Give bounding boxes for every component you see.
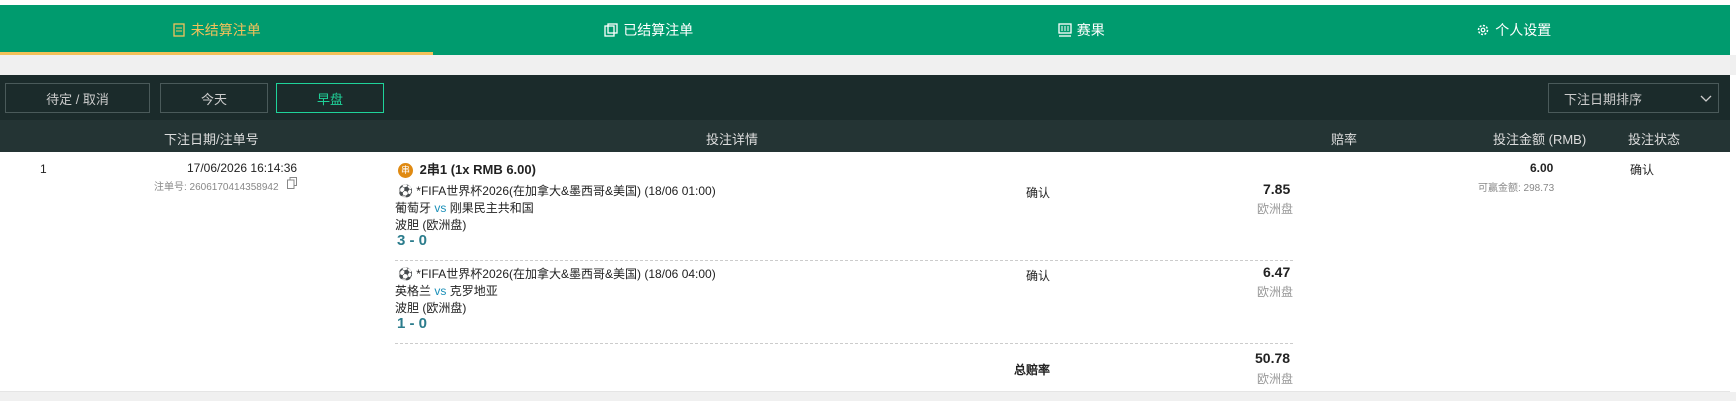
- tab-unsettled-label: 未结算注单: [190, 22, 261, 38]
- total-divider: [395, 343, 1293, 344]
- stake-amount: 6.00: [1530, 161, 1554, 175]
- bet-status: 确认: [1630, 163, 1655, 177]
- leg-2-market: 波胆 (欧洲盘): [395, 301, 467, 315]
- tab-settings-label: 个人设置: [1495, 22, 1552, 38]
- leg-1-match-label: *FIFA世界杯2026(在加拿大&墨西哥&美国) (18/06 01:00): [416, 184, 716, 198]
- filter-today-button[interactable]: 今天: [160, 83, 268, 113]
- tab-settled-label: 已结算注单: [623, 22, 694, 38]
- total-odds-label: 总赔率: [1014, 363, 1051, 377]
- leg-1-odds-type: 欧洲盘: [1257, 202, 1294, 216]
- tab-results[interactable]: 赛果: [865, 5, 1298, 55]
- settled-slip-icon: [604, 23, 618, 37]
- header-details: 投注详情: [706, 132, 759, 147]
- leg-1-match: ⚽ *FIFA世界杯2026(在加拿大&墨西哥&美国) (18/06 01:00…: [398, 182, 716, 199]
- header-amount: 投注金额 (RMB): [1493, 132, 1587, 147]
- filter-bar: 待定 / 取消 今天 早盘 下注日期排序: [0, 75, 1730, 120]
- leg-2-vs: vs: [434, 284, 447, 298]
- bet-type-label: 2串1 (1x RMB 6.00): [419, 162, 536, 177]
- gear-icon: [1478, 24, 1489, 36]
- leg-2-home: 英格兰: [395, 284, 432, 298]
- leg-2-away: 克罗地亚: [449, 284, 498, 298]
- leg-2-match-label: *FIFA世界杯2026(在加拿大&墨西哥&美国) (18/06 04:00): [416, 267, 716, 281]
- filter-early-button[interactable]: 早盘: [276, 83, 384, 113]
- leg-2-match: ⚽ *FIFA世界杯2026(在加拿大&墨西哥&美国) (18/06 04:00…: [398, 265, 716, 282]
- bet-type: 串 2串1 (1x RMB 6.00): [398, 159, 536, 179]
- leg-divider: [395, 260, 1293, 261]
- spacer: [0, 55, 1736, 75]
- table-header: 下注日期/注单号 投注详情 赔率 投注金额 (RMB) 投注状态: [0, 120, 1730, 152]
- leg-2-teams: 英格兰 vs 克罗地亚: [395, 282, 498, 299]
- copy-icon[interactable]: [287, 177, 297, 189]
- soccer-ball-icon: ⚽: [398, 184, 413, 198]
- soccer-ball-icon: ⚽: [398, 267, 413, 281]
- results-icon: [1058, 23, 1072, 37]
- leg-1-market: 波胆 (欧洲盘): [395, 218, 467, 232]
- leg-1-home: 葡萄牙: [395, 201, 432, 215]
- top-nav: 未结算注单 已结算注单 赛果 个人设置: [0, 5, 1730, 55]
- filter-pending-button[interactable]: 待定 / 取消: [5, 83, 150, 113]
- leg-1-odds: 7.85: [1263, 181, 1291, 197]
- leg-1-teams: 葡萄牙 vs 刚果民主共和国: [395, 199, 534, 216]
- leg-1-vs: vs: [434, 201, 447, 215]
- leg-1-selection: 3 - 0: [397, 232, 428, 249]
- sort-select-value: 下注日期排序: [1564, 91, 1643, 107]
- leg-1-confirm: 确认: [1026, 186, 1051, 200]
- leg-2-odds-type: 欧洲盘: [1257, 285, 1294, 299]
- potential-win: 可赢金额: 298.73: [1478, 183, 1555, 194]
- header-status: 投注状态: [1628, 132, 1681, 147]
- leg-2-selection: 1 - 0: [397, 315, 428, 332]
- tab-settled[interactable]: 已结算注单: [433, 5, 866, 55]
- tab-unsettled[interactable]: 未结算注单: [0, 5, 433, 55]
- row-index: 1: [40, 162, 47, 176]
- total-odds: 50.78: [1255, 350, 1291, 366]
- chevron-down-icon: [1700, 95, 1712, 102]
- parlay-badge: 串: [398, 163, 413, 179]
- table-row: 1 17/06/2026 16:14:36 注单号: 2606170414358…: [0, 152, 1730, 392]
- header-odds: 赔率: [1331, 132, 1358, 147]
- sort-select[interactable]: 下注日期排序: [1548, 83, 1719, 113]
- footer-spacer: [0, 392, 1736, 401]
- leg-2-confirm: 确认: [1026, 269, 1051, 283]
- tab-settings[interactable]: 个人设置: [1298, 5, 1731, 55]
- tab-results-label: 赛果: [1076, 22, 1105, 38]
- leg-2-odds: 6.47: [1263, 264, 1291, 280]
- slip-number: 注单号: 2606170414358942: [154, 182, 279, 193]
- unsettled-slip-icon: [173, 23, 185, 37]
- header-date: 下注日期/注单号: [164, 132, 259, 147]
- total-odds-type: 欧洲盘: [1257, 372, 1294, 386]
- leg-1-away: 刚果民主共和国: [449, 201, 534, 215]
- bet-datetime: 17/06/2026 16:14:36: [187, 161, 298, 175]
